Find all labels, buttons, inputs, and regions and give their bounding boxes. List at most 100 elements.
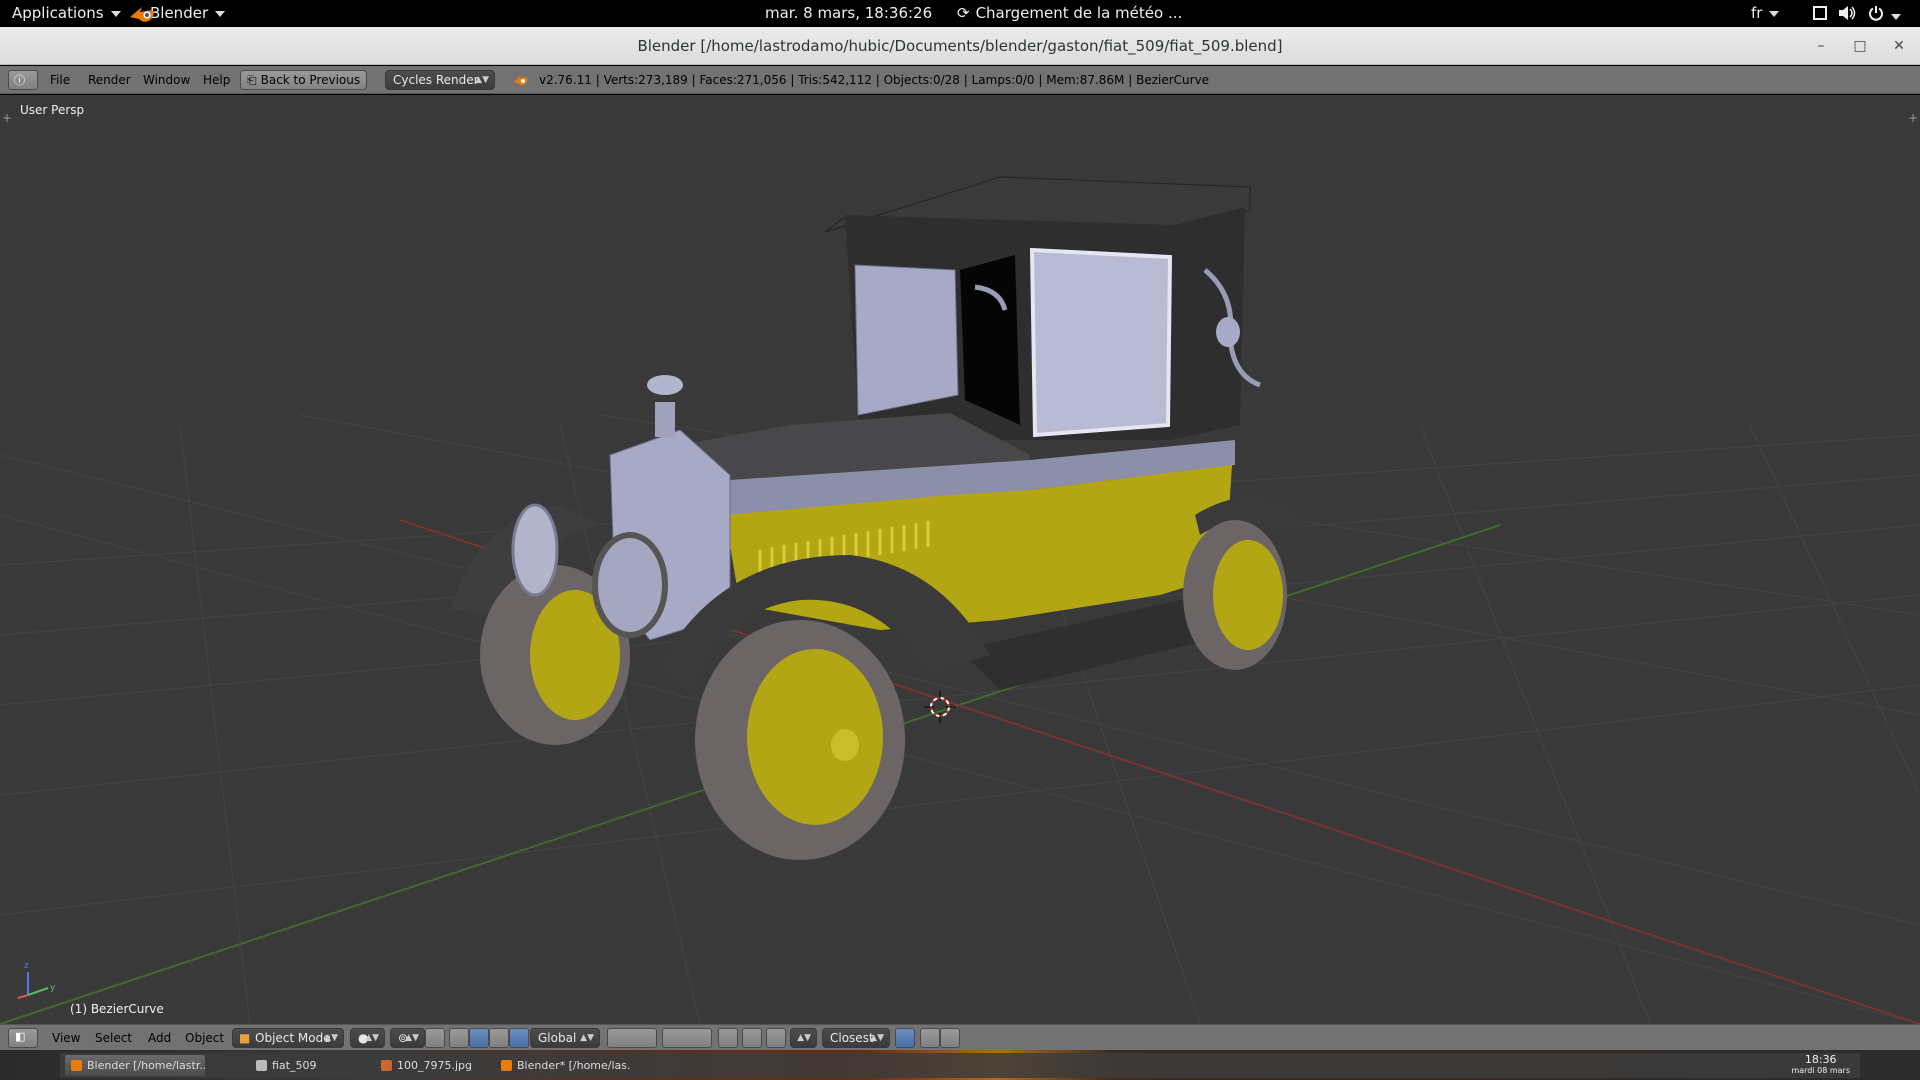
- window-title: Blender [/home/lastrodamo/hubic/Document…: [637, 37, 1283, 55]
- task-button[interactable]: 100_7975.jpg: [375, 1055, 485, 1076]
- align-rotation-icon[interactable]: [895, 1028, 915, 1048]
- svg-text:y: y: [50, 983, 56, 993]
- mode-select[interactable]: ■ Object Mode ▲▼: [232, 1028, 344, 1048]
- menu-select[interactable]: Select: [95, 1025, 132, 1051]
- clock-date: mardi 08 mars: [1791, 1066, 1850, 1075]
- menu-file[interactable]: File: [50, 66, 70, 94]
- svg-text:z: z: [24, 961, 29, 971]
- task-button[interactable]: Blender [/home/lastr...: [65, 1055, 205, 1076]
- rotate-manipulator-icon[interactable]: [469, 1028, 489, 1048]
- task-label: fiat_509: [272, 1059, 317, 1072]
- close-button[interactable]: ✕: [1889, 36, 1909, 56]
- info-header: ⓘ File Render Window Help ⎗ Back to Previ…: [0, 66, 1920, 94]
- object-mode-icon: ■: [239, 1031, 251, 1045]
- updown-arrows-icon: ▲▼: [405, 1033, 419, 1043]
- 3d-viewport[interactable]: z y + + User Persp (1) BezierCurve: [0, 95, 1920, 1024]
- menu-object[interactable]: Object: [185, 1025, 224, 1051]
- updown-arrows-icon: ▲▼: [870, 1033, 884, 1043]
- applications-menu[interactable]: Applications: [12, 0, 121, 27]
- weather-text: Chargement de la météo ...: [975, 4, 1183, 22]
- transform-orientation-select[interactable]: Global ▲▼: [530, 1028, 600, 1048]
- task-label: 100_7975.jpg: [397, 1059, 473, 1072]
- clock-datetime[interactable]: mar. 8 mars, 18:36:26: [765, 0, 932, 27]
- image-icon: [381, 1060, 392, 1071]
- viewport-scene: z y + +: [0, 111, 1920, 1024]
- window-titlebar[interactable]: Blender [/home/lastrodamo/hubic/Document…: [0, 27, 1920, 65]
- menu-view[interactable]: View: [52, 1025, 80, 1051]
- translate-manipulator-icon[interactable]: [449, 1028, 469, 1048]
- region-toggle-icon: +: [2, 111, 12, 125]
- back-to-previous-label: Back to Previous: [260, 73, 361, 87]
- viewport-shading-select[interactable]: ● ▲▼: [350, 1028, 385, 1048]
- mode-value: Object Mode: [255, 1031, 331, 1045]
- orientation-value: Global: [538, 1031, 577, 1045]
- menu-window[interactable]: Window: [143, 66, 190, 94]
- pivot-point-select[interactable]: ⊚ ▲▼: [390, 1028, 425, 1048]
- language-indicator[interactable]: fr: [1751, 0, 1780, 27]
- updown-arrows-icon: ▲▼: [365, 1033, 379, 1043]
- back-icon: ⎗: [247, 73, 257, 87]
- power-icon: [1869, 6, 1883, 21]
- transform-manipulator-icon[interactable]: [509, 1028, 529, 1048]
- lock-camera-icon[interactable]: [718, 1028, 738, 1048]
- blender-logo-icon: [130, 7, 154, 22]
- app-menu[interactable]: Blender: [128, 0, 226, 27]
- 3d-view-header: ◧ View Select Add Object ■ Object Mode ▲▼…: [0, 1024, 1920, 1050]
- snap-target-value: Closest: [830, 1031, 874, 1045]
- task-button[interactable]: Blender* [/home/las...: [495, 1055, 630, 1076]
- back-to-previous-button[interactable]: ⎗ Back to Previous: [240, 70, 368, 90]
- render-engine-select[interactable]: Cycles Render ▲▼: [385, 70, 495, 90]
- opengl-render-icon[interactable]: [920, 1028, 940, 1048]
- chevron-down-icon: [215, 10, 226, 17]
- chevron-down-icon: [1891, 13, 1901, 20]
- opengl-render-anim-icon[interactable]: [940, 1028, 960, 1048]
- app-menu-label: Blender: [150, 4, 209, 22]
- refresh-icon: ⟳: [957, 4, 970, 22]
- car-model[interactable]: [450, 176, 1310, 860]
- scale-manipulator-icon[interactable]: [489, 1028, 509, 1048]
- task-button[interactable]: fiat_509: [250, 1055, 370, 1076]
- snap-element-select[interactable]: ▲▼: [790, 1028, 817, 1048]
- folder-icon: [256, 1060, 267, 1071]
- menu-add[interactable]: Add: [148, 1025, 171, 1051]
- blender-icon: [71, 1060, 82, 1071]
- layers-icon[interactable]: [662, 1028, 712, 1048]
- taskbar-clock[interactable]: 18:36 mardi 08 mars: [1791, 1053, 1850, 1076]
- task-label: Blender [/home/lastr...: [87, 1059, 205, 1072]
- window-overview-icon[interactable]: [1812, 0, 1828, 27]
- volume-icon[interactable]: [1838, 0, 1856, 27]
- layers-icon[interactable]: [607, 1028, 657, 1048]
- menu-render[interactable]: Render: [88, 66, 131, 94]
- axis-orientation-icon: z y: [17, 961, 56, 999]
- region-toggle-icon: +: [1908, 111, 1918, 125]
- minimize-button[interactable]: –: [1811, 36, 1831, 56]
- render-engine-value: Cycles Render: [393, 73, 479, 87]
- menu-help[interactable]: Help: [203, 66, 230, 94]
- chevron-down-icon: [110, 10, 121, 17]
- info-icon: ⓘ: [14, 74, 25, 87]
- manipulator-toggle-icon[interactable]: [425, 1028, 445, 1048]
- language-label: fr: [1751, 4, 1763, 22]
- proportional-edit-icon[interactable]: [742, 1028, 762, 1048]
- blender-logo-icon: [514, 75, 528, 86]
- updown-arrows-icon: ▲▼: [580, 1033, 594, 1043]
- editor-type-button[interactable]: ⓘ: [8, 70, 38, 90]
- gnome-top-bar: Applications Blender mar. 8 mars, 18:36:…: [0, 0, 1920, 27]
- maximize-button[interactable]: □: [1850, 36, 1870, 56]
- clock-time: 18:36: [1804, 1053, 1837, 1066]
- active-object-label: (1) BezierCurve: [70, 1002, 164, 1016]
- updown-arrows-icon: ▲▼: [475, 75, 489, 85]
- editor-type-button[interactable]: ◧: [8, 1028, 38, 1048]
- blender-icon: [501, 1060, 512, 1071]
- chevron-down-icon: [1769, 10, 1780, 17]
- snap-target-select[interactable]: Closest ▲▼: [822, 1028, 890, 1048]
- updown-arrows-icon: ▲▼: [797, 1033, 811, 1043]
- cube-icon: ◧: [15, 1030, 26, 1043]
- weather-indicator[interactable]: ⟳ Chargement de la météo ...: [957, 0, 1182, 27]
- task-label: Blender* [/home/las...: [517, 1059, 630, 1072]
- view-label: User Persp: [20, 103, 85, 117]
- updown-arrows-icon: ▲▼: [324, 1033, 338, 1043]
- applications-label: Applications: [12, 4, 104, 22]
- snap-toggle-icon[interactable]: [766, 1028, 786, 1048]
- system-menu[interactable]: [1868, 0, 1901, 27]
